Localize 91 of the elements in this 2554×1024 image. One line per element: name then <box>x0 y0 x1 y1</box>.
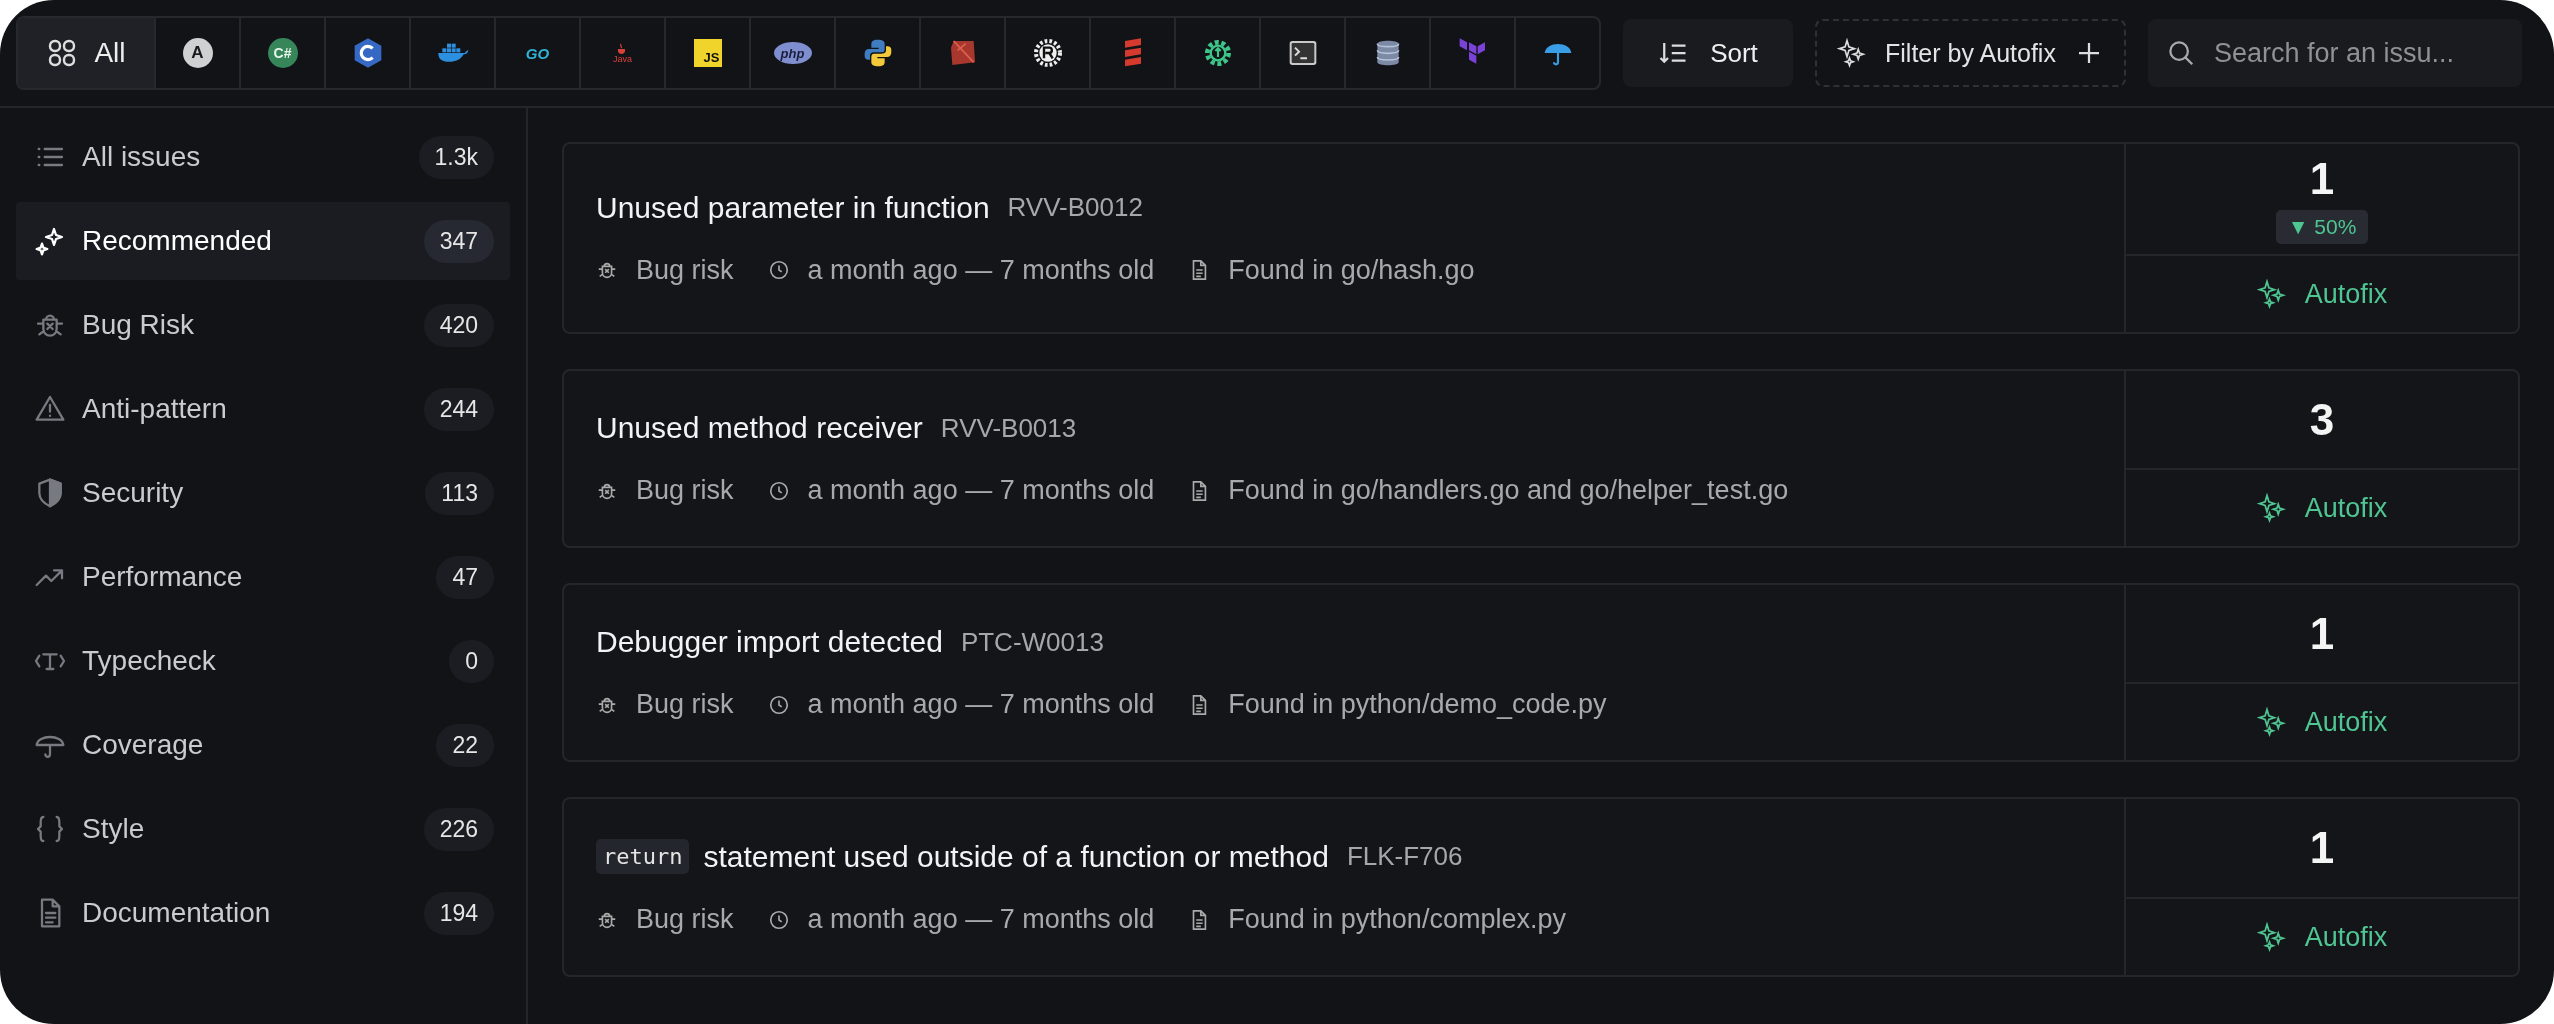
issue-category: Bug risk <box>636 904 734 935</box>
sidebar-item[interactable]: Bug Risk 420 <box>16 286 510 364</box>
issue-title: Unused parameter in function <box>596 190 990 225</box>
category-label: Style <box>82 813 146 845</box>
sidebar-item[interactable]: Coverage 22 <box>16 706 510 784</box>
occurrence-count: 1 <box>2309 608 2335 659</box>
language-tab[interactable]: A <box>154 18 239 88</box>
sparkles-icon <box>2256 707 2287 737</box>
category-label: Anti-pattern <box>82 393 228 425</box>
issue-code: RVV-B0012 <box>1007 192 1143 223</box>
category-label: Performance <box>82 561 244 593</box>
count-badge: 226 <box>423 807 494 851</box>
sidebar-item[interactable]: Documentation 194 <box>16 874 510 952</box>
category-label: Coverage <box>82 729 205 761</box>
logo-icon: A <box>182 38 213 68</box>
autofix-button[interactable]: Autofix <box>2126 899 2518 975</box>
issue-category: Bug risk <box>636 689 734 720</box>
autofix-filter-button[interactable]: Filter by Autofix <box>1815 19 2126 87</box>
issue-code: RVV-B0013 <box>940 412 1077 444</box>
clock-icon <box>767 693 790 716</box>
issue-code: FLK-F706 <box>1346 841 1463 872</box>
autofix-button[interactable]: Autofix <box>2126 470 2518 546</box>
gear-letter-icon <box>1031 37 1064 69</box>
sidebar-item[interactable]: Style 226 <box>16 790 510 868</box>
sparkles-icon <box>2256 279 2287 309</box>
issue-category: Bug risk <box>636 254 734 286</box>
count-badge: 194 <box>423 891 494 935</box>
category-label: Documentation <box>82 897 272 929</box>
issue-card[interactable]: return statement used outside of a function or method FLK-F706 Bug risk a month ago — 7 months old Found in python/complex.py 1 Autofix <box>562 797 2520 977</box>
count-badge: 347 <box>423 219 494 263</box>
category-label: Security <box>82 477 185 509</box>
count-badge: 244 <box>423 387 494 431</box>
file-location: Found in python/demo_code.py <box>1228 689 1607 720</box>
autofix-button[interactable]: Autofix <box>2126 684 2518 760</box>
logo-icon: GO <box>525 44 550 62</box>
autofix-button[interactable]: Autofix <box>2126 256 2518 332</box>
sidebar-item[interactable]: Security 113 <box>16 454 510 532</box>
sidebar-item[interactable]: Performance 47 <box>16 538 510 616</box>
search-field[interactable]: Search for an issu... <box>2147 19 2522 87</box>
issue-title: Debugger import detected <box>596 625 943 659</box>
clock-icon <box>767 479 790 502</box>
language-tab[interactable]: GO <box>494 18 579 88</box>
count-badge: 1.3k <box>418 135 494 179</box>
issue-age: a month ago — 7 months old <box>807 254 1155 286</box>
clock-icon <box>767 908 790 931</box>
logo-icon: C# <box>267 38 298 68</box>
count-badge: 420 <box>423 303 494 347</box>
issue-age: a month ago — 7 months old <box>807 904 1155 935</box>
braces-icon <box>34 813 66 845</box>
all-tab[interactable]: All <box>18 18 154 88</box>
sparkles-icon <box>2256 922 2287 952</box>
issue-title: statement used outside of a function or method <box>703 839 1329 874</box>
issue-card[interactable]: Debugger import detected PTC-W0013 Bug risk a month ago — 7 months old Found in python/demo_code.py 1 Autofix <box>562 583 2520 762</box>
issue-category: Bug risk <box>636 475 734 506</box>
code-snippet: return <box>596 839 690 874</box>
category-label: Bug Risk <box>82 309 196 341</box>
trend-badge: ▼ 50% <box>2275 210 2369 244</box>
sidebar-item[interactable]: Anti-pattern 244 <box>16 370 510 448</box>
count-badge: 0 <box>449 639 494 683</box>
sparkles-icon <box>2256 493 2287 523</box>
issue-age: a month ago — 7 months old <box>807 475 1155 506</box>
language-tab[interactable]: php <box>749 18 834 88</box>
count-badge: 22 <box>436 723 494 767</box>
language-tab[interactable]: JS <box>664 18 749 88</box>
sparkles-icon <box>1837 38 1867 68</box>
issue-code: PTC-W0013 <box>960 626 1104 658</box>
issue-title: Unused method receiver <box>596 411 923 445</box>
sort-button[interactable]: Sort <box>1623 19 1793 87</box>
issue-age: a month ago — 7 months old <box>807 689 1155 720</box>
category-label: Recommended <box>82 225 273 257</box>
sidebar-item[interactable]: Typecheck 0 <box>16 622 510 700</box>
language-tab[interactable]: C# <box>239 18 324 88</box>
file-location: Found in python/complex.py <box>1228 904 1566 935</box>
category-label: All issues <box>82 141 202 173</box>
sidebar-item[interactable]: All issues 1.3k <box>16 118 510 196</box>
count-badge: 47 <box>436 555 494 599</box>
count-badge: 113 <box>425 471 494 515</box>
language-tab[interactable]: Java <box>579 18 664 88</box>
category-label: Typecheck <box>82 645 217 677</box>
file-location: Found in go/handlers.go and go/helper_test.go <box>1228 475 1789 506</box>
occurrence-count: 1 <box>2309 823 2335 873</box>
logo-icon: php <box>773 42 812 64</box>
file-location: Found in go/hash.go <box>1228 254 1475 286</box>
sparkles-icon <box>34 225 66 257</box>
issue-card[interactable]: Unused method receiver RVV-B0013 Bug risk a month ago — 7 months old Found in go/handlers.go and go/helper_test.go 3 Autofix <box>562 369 2520 548</box>
logo-icon: JS <box>693 39 722 67</box>
clock-icon <box>767 259 790 281</box>
issue-card[interactable]: Unused parameter in function RVV-B0012 Bug risk a month ago — 7 months old Found in go/hash.go 1 ▼ 50% Autofix <box>562 142 2520 334</box>
occurrence-count: 1 <box>2309 154 2335 204</box>
sidebar-item[interactable]: Recommended 347 <box>16 202 510 280</box>
occurrence-count: 3 <box>2309 394 2335 445</box>
